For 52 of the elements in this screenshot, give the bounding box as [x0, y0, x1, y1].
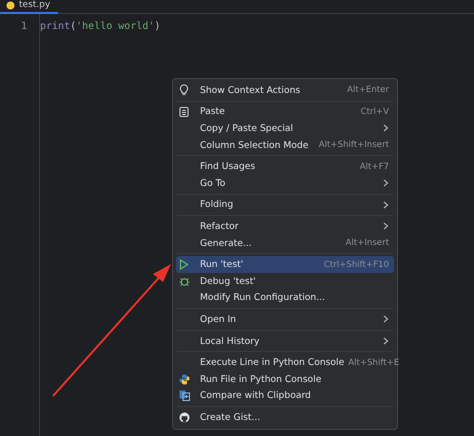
github-icon: [179, 412, 190, 423]
compare-icon: [179, 390, 190, 402]
menu-item[interactable]: Refactor: [176, 218, 394, 235]
shortcut-label: Alt+Insert: [346, 238, 389, 248]
shortcut-label: Alt+F7: [360, 162, 389, 172]
play-icon: [179, 259, 189, 270]
menu-item[interactable]: Copy / Paste Special: [176, 120, 394, 137]
menu-item-label: Go To: [200, 178, 226, 189]
menu-item-label: Folding: [200, 199, 234, 210]
menu-item[interactable]: Go To: [176, 174, 394, 192]
menu-item[interactable]: Create Gist...: [176, 409, 394, 426]
menu-item-label: Execute Line in Python Console: [200, 357, 344, 368]
shortcut-label: Ctrl+V: [360, 106, 389, 117]
menu-item[interactable]: Open In: [176, 311, 394, 328]
menu-item-label: Compare with Clipboard: [200, 390, 312, 402]
menu-item[interactable]: Debug 'test': [176, 272, 394, 290]
menu-item-label: Modify Run Configuration...: [200, 292, 326, 304]
lightbulb-icon: [179, 84, 189, 96]
clipboard-icon: [179, 106, 189, 118]
bug-icon: [179, 276, 190, 287]
menu-item-label: Local History: [200, 336, 260, 347]
shortcut-label: Alt+Shift+Insert: [318, 140, 389, 150]
line-number: 1: [20, 21, 27, 33]
shortcut-label: Alt+Shift+E: [348, 358, 400, 368]
menu-item[interactable]: Generate... Alt+Insert: [176, 234, 394, 252]
menu-item-label: Refactor: [200, 220, 240, 232]
menu-item-label: Copy / Paste Special: [200, 122, 294, 134]
menu-item[interactable]: Compare with Clipboard: [176, 388, 394, 404]
menu-item-label: Paste: [200, 106, 226, 118]
menu-item[interactable]: Run File in Python Console: [176, 370, 394, 388]
menu-item[interactable]: Find Usages Alt+F7: [176, 158, 394, 175]
menu-item[interactable]: Modify Run Configuration...: [176, 290, 394, 306]
menu-item-label: Run File in Python Console: [200, 374, 322, 385]
menu-item-label: Debug 'test': [200, 276, 257, 287]
file-tab[interactable]: test.py: [0, 0, 58, 14]
menu-item-label: Run 'test': [200, 259, 244, 270]
menu-item[interactable]: Run 'test' Ctrl+Shift+F10: [176, 256, 394, 273]
menu-item[interactable]: Column Selection Mode Alt+Shift+Insert: [176, 136, 394, 154]
menu-item[interactable]: Local History: [176, 332, 394, 350]
menu-item-label: Create Gist...: [200, 412, 262, 423]
python-icon: [179, 374, 190, 385]
menu-item-label: Find Usages: [200, 161, 256, 172]
menu-item-label: Show Context Actions: [200, 84, 302, 96]
menu-item[interactable]: Paste Ctrl+V: [176, 104, 394, 120]
shortcut-label: Alt+Enter: [347, 85, 389, 96]
shortcut-label: Ctrl+Shift+F10: [324, 260, 389, 270]
menu-item-label: Generate...: [200, 238, 253, 249]
menu-item[interactable]: Show Context Actions Alt+Enter: [176, 82, 394, 99]
menu-item[interactable]: Folding: [176, 196, 394, 214]
menu-item-label: Column Selection Mode: [200, 140, 310, 151]
menu-item-label: Open In: [200, 314, 237, 325]
code-line: print('hello world'): [40, 20, 160, 33]
